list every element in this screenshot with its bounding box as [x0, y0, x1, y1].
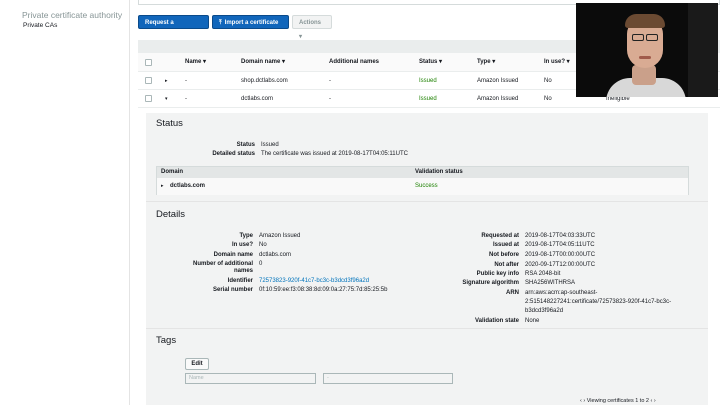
cell-domain: shop.dctlabs.com: [241, 78, 288, 84]
row-checkbox[interactable]: [145, 77, 152, 84]
signature-algorithm-value: SHA256WITHRSA: [525, 280, 576, 286]
arn-value-line-3: b3dcd3f96a2d: [525, 308, 564, 314]
sidebar-item-private-cas[interactable]: Private CAs: [23, 22, 57, 29]
in-use-label: In use?: [231, 242, 253, 248]
domain-table-header: Domain Validation status: [157, 167, 688, 178]
additional-names-count-label: Number of additional names: [193, 261, 253, 274]
arn-label: ARN: [506, 290, 519, 296]
signature-algorithm-label: Signature algorithm: [462, 280, 519, 286]
column-type[interactable]: Type ▾: [477, 53, 495, 72]
cell-domain: dctlabs.com: [241, 96, 274, 102]
type-label: Type: [239, 233, 253, 239]
cell-additional-names: -: [329, 96, 331, 102]
expand-row-icon[interactable]: ▸: [165, 72, 168, 90]
row-checkbox[interactable]: [145, 95, 152, 102]
validation-state-value: None: [525, 318, 540, 324]
issued-at-label: Issued at: [492, 242, 519, 248]
not-after-label: Not after: [494, 262, 519, 268]
edit-tags-button[interactable]: Edit: [185, 358, 209, 370]
public-key-info-value: RSA 2048-bit: [525, 271, 561, 277]
status-value: Issued: [261, 142, 279, 148]
column-domain-name[interactable]: Domain name ▾: [241, 53, 285, 72]
presenter-neck: [632, 65, 656, 85]
status-label: Status: [236, 142, 255, 148]
arn-value-line-1: arn:aws:acm:ap-southeast-: [525, 290, 598, 296]
identifier-link[interactable]: 72573823-920f-41c7-bc3c-b3dcd3f96a2d: [259, 278, 369, 284]
domain-validation-table: Domain Validation status ▸ dctlabs.com S…: [156, 166, 689, 195]
domain-column: Domain: [161, 169, 184, 175]
tags-heading: Tags: [156, 335, 177, 346]
request-certificate-button[interactable]: Request a certificate: [138, 15, 209, 40]
status-heading: Status: [156, 118, 183, 129]
public-key-info-label: Public key info: [476, 271, 519, 277]
cell-status: Issued: [419, 96, 437, 102]
cell-name: -: [185, 78, 187, 84]
domain-name-value: dctlabs.com: [259, 252, 292, 258]
presenter-hair: [625, 14, 665, 28]
in-use-value: No: [259, 242, 267, 248]
cell-additional-names: -: [329, 78, 331, 84]
cell-type: Amazon Issued: [477, 96, 519, 102]
tag-value-field[interactable]: -: [323, 373, 453, 384]
issued-at-value: 2019-08-17T04:05:11UTC: [525, 242, 595, 248]
not-before-label: Not before: [489, 252, 519, 258]
section-divider: [146, 328, 708, 329]
column-additional-names: Additional names: [329, 59, 380, 65]
domain-name-label: Domain name: [213, 252, 253, 258]
sidebar: Private certificate authority Private CA…: [0, 0, 130, 405]
validation-state-label: Validation state: [474, 318, 519, 324]
certificate-detail-panel: Status Status Issued Detailed status The…: [146, 113, 708, 405]
validation-status-column: Validation status: [415, 169, 463, 175]
presenter-glasses-right: [646, 34, 658, 41]
sidebar-title: Private certificate authority: [22, 10, 123, 20]
webcam-background: [688, 3, 718, 97]
actions-dropdown[interactable]: Actions ▾: [292, 15, 332, 40]
section-divider: [146, 201, 708, 202]
cell-name: -: [185, 96, 187, 102]
not-before-value: 2019-08-17T00:00:00UTC: [525, 252, 596, 258]
requested-at-value: 2019-08-17T04:03:33UTC: [525, 233, 596, 239]
upload-icon: ⤒: [219, 20, 222, 26]
detailed-status-value: The certificate was issued at 2019-08-17…: [261, 151, 408, 157]
cell-status: Issued: [419, 78, 437, 84]
arn-value-line-2: 2:515148227241:certificate/72573823-920f…: [525, 299, 672, 305]
cell-in-use: No: [544, 96, 552, 102]
select-all-checkbox[interactable]: [145, 59, 152, 66]
column-status[interactable]: Status ▾: [419, 53, 442, 72]
column-name[interactable]: Name ▾: [185, 53, 206, 72]
expand-domain-icon[interactable]: ▸: [161, 178, 164, 195]
identifier-label: Identifier: [227, 278, 253, 284]
presenter-mouth: [639, 56, 651, 59]
tag-name-field[interactable]: Name: [185, 373, 316, 384]
column-in-use[interactable]: In use? ▾: [544, 53, 570, 72]
validation-status-value: Success: [415, 183, 438, 189]
serial-number-value: 0f:10:59:ee:f3:08:38:8d:09:0a:27:75:7d:8…: [259, 287, 388, 293]
presenter-webcam-overlay: [576, 3, 718, 97]
pagination[interactable]: ‹ › Viewing certificates 1 to 2 ‹ ›: [580, 398, 656, 404]
details-heading: Details: [156, 209, 186, 220]
domain-row[interactable]: ▸ dctlabs.com Success: [157, 178, 688, 195]
not-after-value: 2020-09-17T12:00:00UTC: [525, 262, 596, 268]
presenter-glasses-left: [632, 34, 644, 41]
domain-value: dctlabs.com: [170, 183, 206, 189]
import-certificate-label: Import a certificate: [224, 20, 279, 26]
collapse-row-icon[interactable]: ▾: [165, 90, 168, 108]
type-value: Amazon Issued: [259, 233, 301, 239]
import-certificate-button[interactable]: ⤒ Import a certificate: [212, 15, 289, 29]
detailed-status-label: Detailed status: [212, 151, 255, 157]
additional-names-count-value: 0: [259, 261, 263, 267]
cell-type: Amazon Issued: [477, 78, 519, 84]
serial-number-label: Serial number: [212, 287, 253, 293]
cell-in-use: No: [544, 78, 552, 84]
requested-at-label: Requested at: [481, 233, 519, 239]
